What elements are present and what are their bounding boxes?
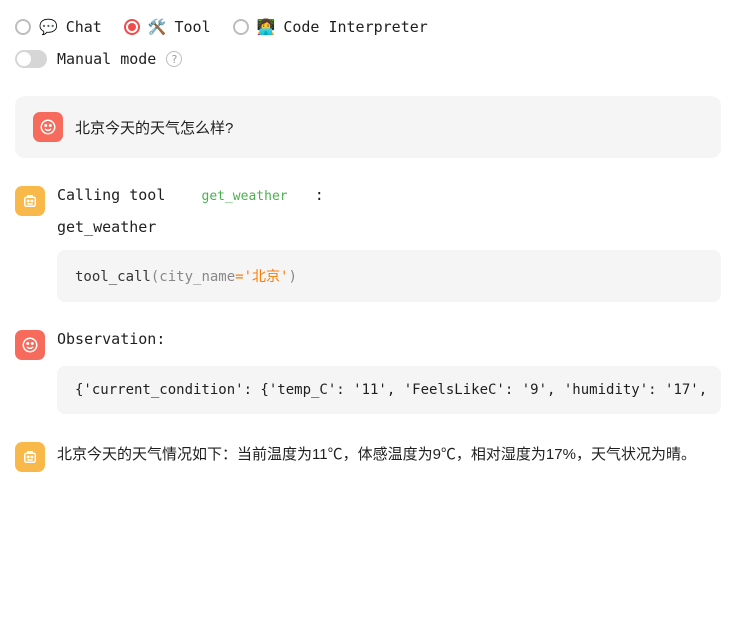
mode-option-tool[interactable]: 🛠️ Tool bbox=[124, 18, 211, 36]
tool-call-code: tool_call(city_name='北京') bbox=[57, 250, 721, 302]
calling-tool-line: Calling tool get_weather : bbox=[57, 186, 721, 204]
radio-icon bbox=[233, 19, 249, 35]
calling-suffix: : bbox=[315, 186, 324, 204]
observation-title: Observation: bbox=[57, 330, 721, 348]
calling-prefix: Calling tool bbox=[57, 186, 165, 204]
mode-label: Tool bbox=[175, 18, 211, 36]
hammer-wrench-icon: 🛠️ bbox=[148, 18, 167, 36]
chat-bubble-icon: 💬 bbox=[39, 18, 58, 36]
mode-option-code-interpreter[interactable]: 👩‍💻 Code Interpreter bbox=[233, 18, 428, 36]
assistant-avatar-icon bbox=[15, 186, 45, 216]
assistant-avatar-icon bbox=[15, 442, 45, 472]
user-avatar-icon bbox=[15, 330, 45, 360]
user-message: 北京今天的天气怎么样? bbox=[15, 96, 721, 158]
assistant-tool-call: Calling tool get_weather : get_weather t… bbox=[15, 186, 721, 302]
manual-mode-row: Manual mode ? bbox=[15, 50, 721, 68]
tool-function-name: get_weather bbox=[57, 218, 721, 236]
manual-mode-toggle[interactable] bbox=[15, 50, 47, 68]
mode-option-chat[interactable]: 💬 Chat bbox=[15, 18, 102, 36]
mode-label: Chat bbox=[66, 18, 102, 36]
user-avatar-icon bbox=[33, 112, 63, 142]
help-icon[interactable]: ? bbox=[166, 51, 182, 67]
mode-selector: 💬 Chat 🛠️ Tool 👩‍💻 Code Interpreter bbox=[15, 18, 721, 36]
mode-label: Code Interpreter bbox=[283, 18, 428, 36]
assistant-answer: 北京今天的天气情况如下：当前温度为11℃，体感温度为9℃，相对湿度为17%，天气… bbox=[15, 442, 721, 472]
assistant-answer-text: 北京今天的天气情况如下：当前温度为11℃，体感温度为9℃，相对湿度为17%，天气… bbox=[57, 442, 721, 468]
radio-icon bbox=[15, 19, 31, 35]
manual-mode-label: Manual mode bbox=[57, 50, 156, 68]
technologist-icon: 👩‍💻 bbox=[257, 18, 276, 36]
radio-icon bbox=[124, 19, 140, 35]
tool-name: get_weather bbox=[202, 189, 288, 204]
observation-content: {'current_condition': {'temp_C': '11', '… bbox=[57, 366, 721, 414]
user-message-text: 北京今天的天气怎么样? bbox=[75, 117, 233, 138]
observation-message: Observation: {'current_condition': {'tem… bbox=[15, 330, 721, 414]
